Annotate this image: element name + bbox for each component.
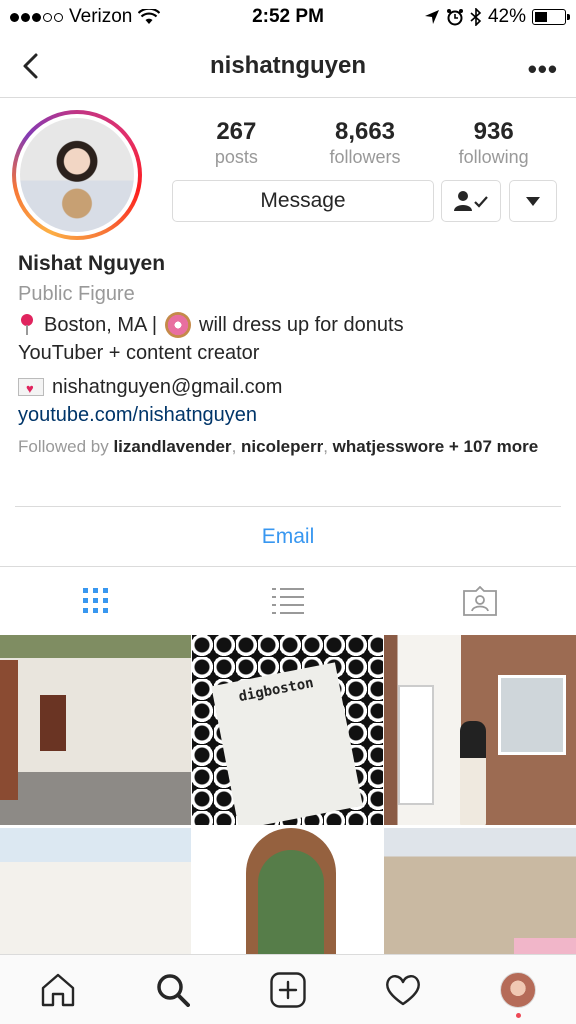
followed-by-text[interactable]: Followed by lizandlavender, nicoleperr, … [18,435,563,458]
battery-icon [532,9,570,25]
follower-user-3[interactable]: whatjesswore [333,437,445,456]
status-left: Verizon [10,6,161,28]
tagged-user-icon [463,586,497,616]
bio-email-text: nishatnguyen@gmail.com [52,376,283,398]
profile-nav-bar: nishatnguyen ••• [0,34,576,98]
stat-followers-count: 8,663 [334,118,396,145]
bluetooth-icon [470,8,482,26]
bottom-tab-new-post[interactable] [230,955,345,1024]
profile-avatar[interactable] [12,110,142,240]
bottom-tab-search[interactable] [115,955,230,1024]
more-horizontal-icon[interactable]: ••• [528,54,558,85]
email-contact-button[interactable]: Email [0,508,576,566]
location-arrow-icon [424,10,439,24]
tab-grid-view[interactable] [0,568,192,634]
bio-description-text: YouTuber + content creator [18,342,260,364]
chevron-left-icon[interactable] [18,52,46,80]
stat-posts-count: 267 [216,118,257,145]
stat-following-label: following [458,147,529,167]
bio-tagline-text: will dress up for donuts [199,314,404,336]
grid-icon [83,588,108,613]
bio-line-location: Boston, MA | will dress up for donuts [18,312,563,338]
post-note: digboston [211,662,363,825]
following-button[interactable] [441,180,501,222]
signal-dots-icon [10,12,63,22]
wifi-icon [138,9,161,24]
followed-by-prefix: Followed by [18,437,109,456]
caret-down-icon [526,196,540,206]
profile-avatar-icon [500,971,537,1008]
grid-post[interactable] [0,635,191,825]
plus-square-icon [270,971,306,1008]
love-letter-icon [18,376,44,402]
bottom-tab-bar [0,954,576,1024]
page-title: nishatnguyen [209,51,366,79]
message-button[interactable]: Message [172,180,434,222]
carrier-label: Verizon [69,6,133,27]
grid-post[interactable] [384,635,576,825]
divider [15,506,561,507]
pin-icon [18,314,36,336]
home-icon [41,973,74,1006]
bottom-tab-activity[interactable] [346,955,461,1024]
bio-line-description: YouTuber + content creator [18,340,563,366]
stat-followers-label: followers [329,147,401,167]
stat-followers[interactable]: 8,663 followers [301,118,430,168]
notification-dot [516,1013,522,1018]
search-icon [157,973,190,1007]
divider [0,566,576,567]
bio-website-link[interactable]: youtube.com/nishatnguyen [18,404,563,427]
followed-by-more[interactable]: + 107 more [449,437,538,456]
grid-post[interactable]: digboston [192,635,383,825]
profile-category: Public Figure [18,283,135,305]
tab-tagged-view[interactable] [384,568,576,634]
profile-bio: Nishat Nguyen Public Figure Boston, MA |… [18,252,563,458]
battery-percent: 42% [487,6,526,27]
profile-stats: 267 posts 8,663 followers 936 following [172,118,558,168]
stat-posts[interactable]: 267 posts [172,118,301,168]
follower-user-2[interactable]: nicoleperr [241,437,323,456]
suggestions-dropdown-button[interactable] [509,180,557,222]
stat-posts-label: posts [214,147,258,167]
bio-line-email: nishatnguyen@gmail.com [18,374,563,402]
follower-user-1[interactable]: lizandlavender [113,437,231,456]
bio-location-text: Boston, MA | [44,314,158,336]
profile-name: Nishat Nguyen [18,252,166,275]
status-bar: Verizon 2:52 PM 42% [0,0,576,34]
alarm-icon [446,9,463,26]
tab-list-view[interactable] [192,568,384,634]
person-check-icon [454,191,488,211]
bottom-tab-profile[interactable] [461,955,576,1024]
stat-following[interactable]: 936 following [429,118,558,168]
profile-view-tabs [0,568,576,634]
stat-following-count: 936 [473,118,514,145]
donut-icon [165,312,192,338]
bottom-tab-home[interactable] [0,955,115,1024]
avatar-photo [20,118,134,232]
list-icon [272,588,304,614]
heart-icon [386,974,421,1005]
status-right: 42% [424,6,570,28]
